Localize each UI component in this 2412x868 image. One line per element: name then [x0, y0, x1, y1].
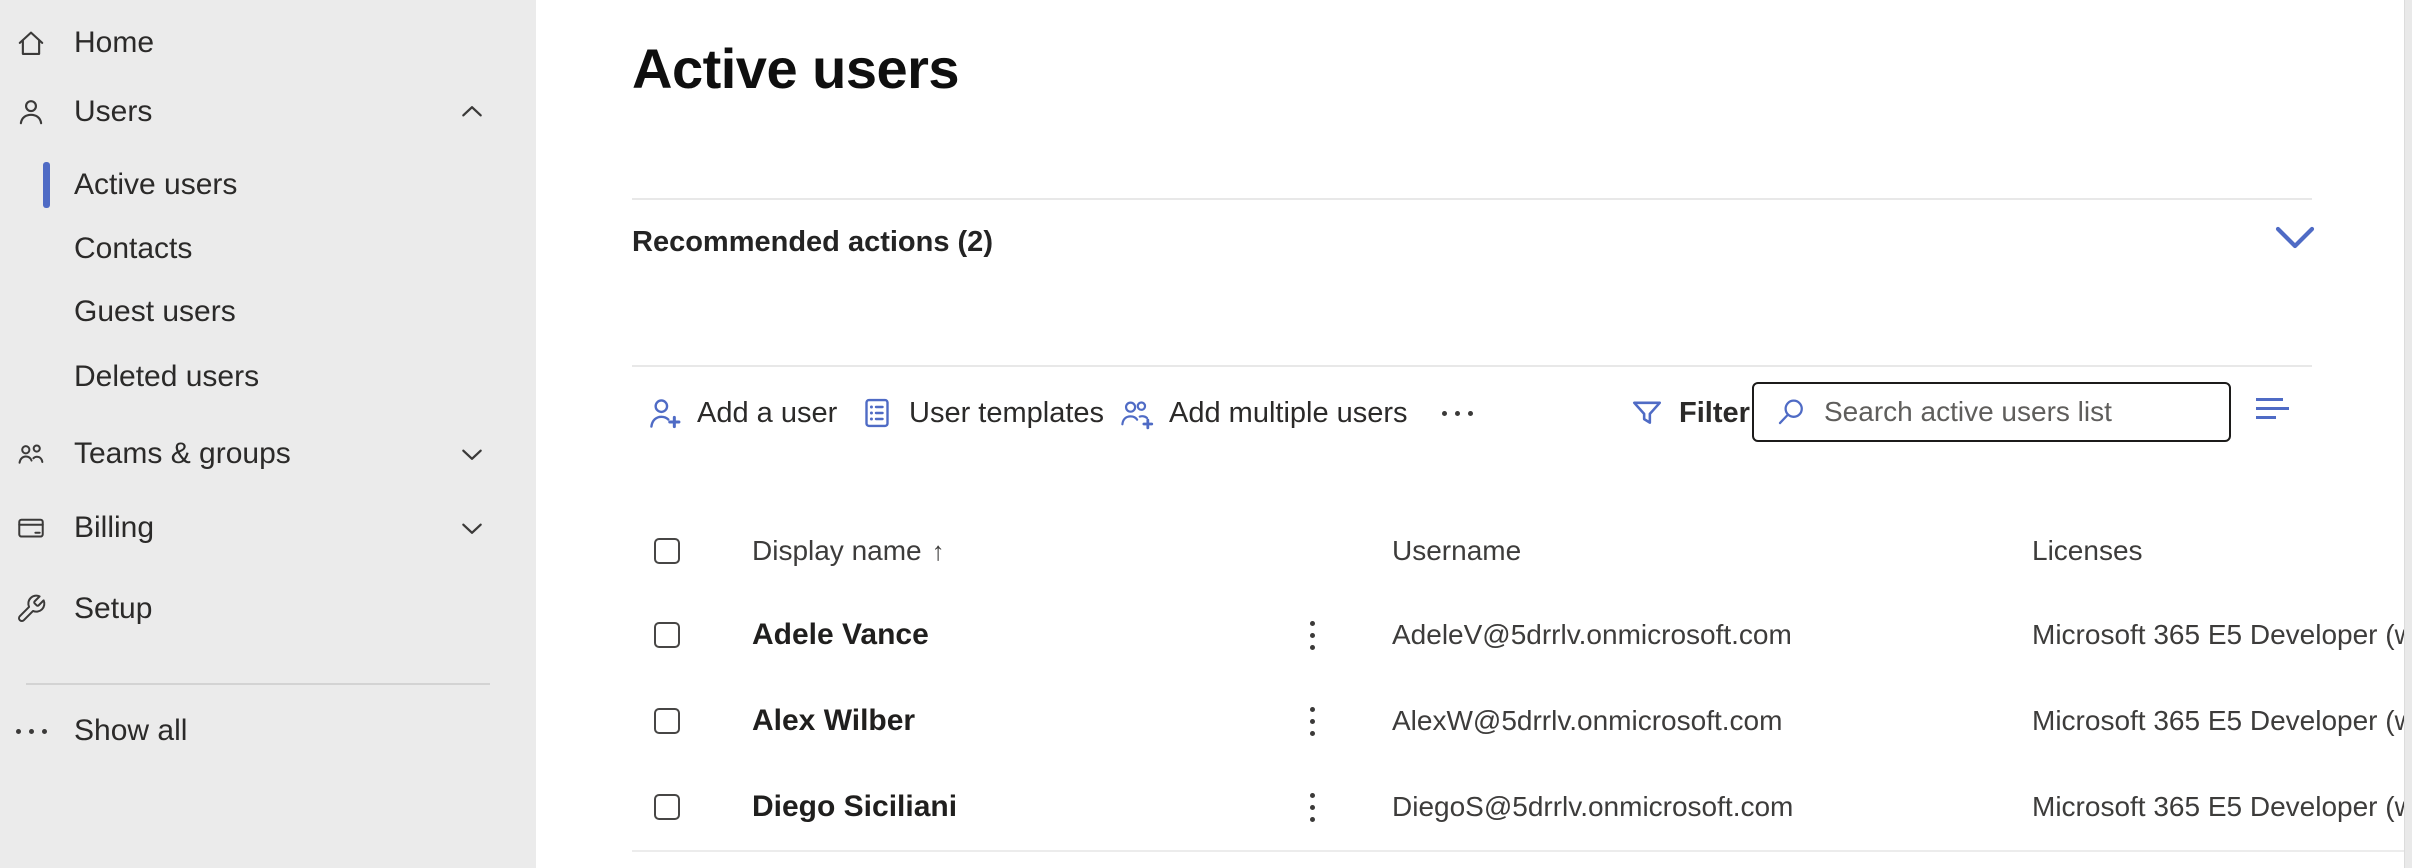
user-licenses: Microsoft 365 E5 Developer (without [2032, 619, 2406, 651]
sidebar: Home Users Active users Contacts Guest u… [0, 0, 536, 868]
filter-lines-icon[interactable] [2256, 398, 2290, 422]
search-box [1752, 382, 2231, 442]
user-icon [14, 95, 48, 129]
search-icon [1774, 395, 1808, 429]
sidebar-item-users[interactable]: Users [0, 79, 536, 145]
user-licenses: Microsoft 365 E5 Developer (without [2032, 791, 2406, 823]
filter-funnel-icon [1628, 394, 1666, 432]
add-multiple-users-icon [1118, 394, 1156, 432]
sidebar-item-label: Active users [74, 168, 237, 202]
user-username: DiegoS@5drrlv.onmicrosoft.com [1392, 791, 1793, 823]
sidebar-item-label: Setup [74, 592, 152, 626]
sidebar-item-label: Contacts [74, 232, 192, 266]
sidebar-item-show-all[interactable]: Show all [0, 698, 536, 764]
sidebar-item-label: Home [74, 26, 154, 60]
toolbar-button-label: Add a user [697, 397, 837, 430]
column-header-display-name[interactable]: Display name [752, 535, 922, 567]
sidebar-item-teams-groups[interactable]: Teams & groups [0, 421, 536, 487]
table-row[interactable]: Adele Vance AdeleV@5drrlv.onmicrosoft.co… [632, 592, 2406, 678]
sidebar-item-label: Guest users [74, 295, 236, 329]
ellipsis-vertical-icon[interactable] [1304, 615, 1321, 656]
user-username: AdeleV@5drrlv.onmicrosoft.com [1392, 619, 1792, 651]
filter-button[interactable]: Filter [1628, 383, 1750, 443]
table-header-row: Display name ↑ Username Licenses [632, 510, 2406, 592]
page-title: Active users [632, 36, 959, 101]
selected-indicator [43, 162, 50, 208]
user-licenses: Microsoft 365 E5 Developer (without [2032, 705, 2406, 737]
recommended-actions-expand-button[interactable] [2274, 224, 2316, 252]
toolbar-button-label: Add multiple users [1169, 397, 1408, 430]
select-all-checkbox[interactable] [654, 538, 680, 564]
home-icon [14, 26, 48, 60]
row-checkbox[interactable] [654, 794, 680, 820]
chevron-down-icon [2274, 224, 2316, 252]
row-divider [632, 850, 2406, 852]
sidebar-divider [26, 683, 490, 685]
sidebar-item-label: Deleted users [74, 360, 259, 394]
row-checkbox[interactable] [654, 708, 680, 734]
section-divider [632, 365, 2312, 367]
add-a-user-button[interactable]: Add a user [646, 383, 837, 443]
column-header-licenses[interactable]: Licenses [2032, 535, 2143, 567]
sort-ascending-icon: ↑ [932, 536, 945, 567]
wrench-icon [14, 592, 48, 626]
chevron-down-icon [456, 512, 488, 544]
user-templates-icon [858, 394, 896, 432]
sidebar-item-home[interactable]: Home [0, 10, 536, 76]
user-templates-button[interactable]: User templates [858, 383, 1104, 443]
sidebar-item-label: Teams & groups [74, 437, 291, 471]
user-display-name[interactable]: Alex Wilber [752, 704, 915, 738]
chevron-down-icon [456, 438, 488, 470]
sidebar-item-active-users[interactable]: Active users [0, 152, 536, 218]
user-display-name[interactable]: Adele Vance [752, 618, 929, 652]
ellipsis-horizontal-icon [1438, 394, 1476, 432]
section-divider [632, 198, 2312, 200]
sidebar-item-label: Show all [74, 714, 187, 748]
sidebar-item-label: Billing [74, 511, 154, 545]
sidebar-item-label: Users [74, 95, 152, 129]
row-checkbox[interactable] [654, 622, 680, 648]
teams-icon [14, 437, 48, 471]
sidebar-item-setup[interactable]: Setup [0, 576, 536, 642]
more-actions-button[interactable] [1438, 383, 1476, 443]
sidebar-item-contacts[interactable]: Contacts [0, 216, 536, 282]
ellipsis-horizontal-icon [14, 714, 48, 748]
search-input[interactable] [1822, 395, 2206, 429]
sidebar-item-billing[interactable]: Billing [0, 495, 536, 561]
ellipsis-vertical-icon[interactable] [1304, 701, 1321, 742]
toolbar-button-label: User templates [909, 397, 1104, 430]
chevron-up-icon [456, 96, 488, 128]
table-row[interactable]: Alex Wilber AlexW@5drrlv.onmicrosoft.com… [632, 678, 2406, 764]
table-row[interactable]: Diego Siciliani DiegoS@5drrlv.onmicrosof… [632, 764, 2406, 850]
scrollbar-track[interactable] [2404, 0, 2412, 868]
billing-icon [14, 511, 48, 545]
column-header-username[interactable]: Username [1392, 535, 1521, 567]
sidebar-item-deleted-users[interactable]: Deleted users [0, 344, 536, 410]
sidebar-item-guest-users[interactable]: Guest users [0, 279, 536, 345]
user-display-name[interactable]: Diego Siciliani [752, 790, 957, 824]
add-multiple-users-button[interactable]: Add multiple users [1118, 383, 1408, 443]
filter-button-label: Filter [1679, 397, 1750, 430]
recommended-actions-heading: Recommended actions (2) [632, 226, 993, 259]
user-username: AlexW@5drrlv.onmicrosoft.com [1392, 705, 1782, 737]
add-user-icon [646, 394, 684, 432]
ellipsis-vertical-icon[interactable] [1304, 787, 1321, 828]
